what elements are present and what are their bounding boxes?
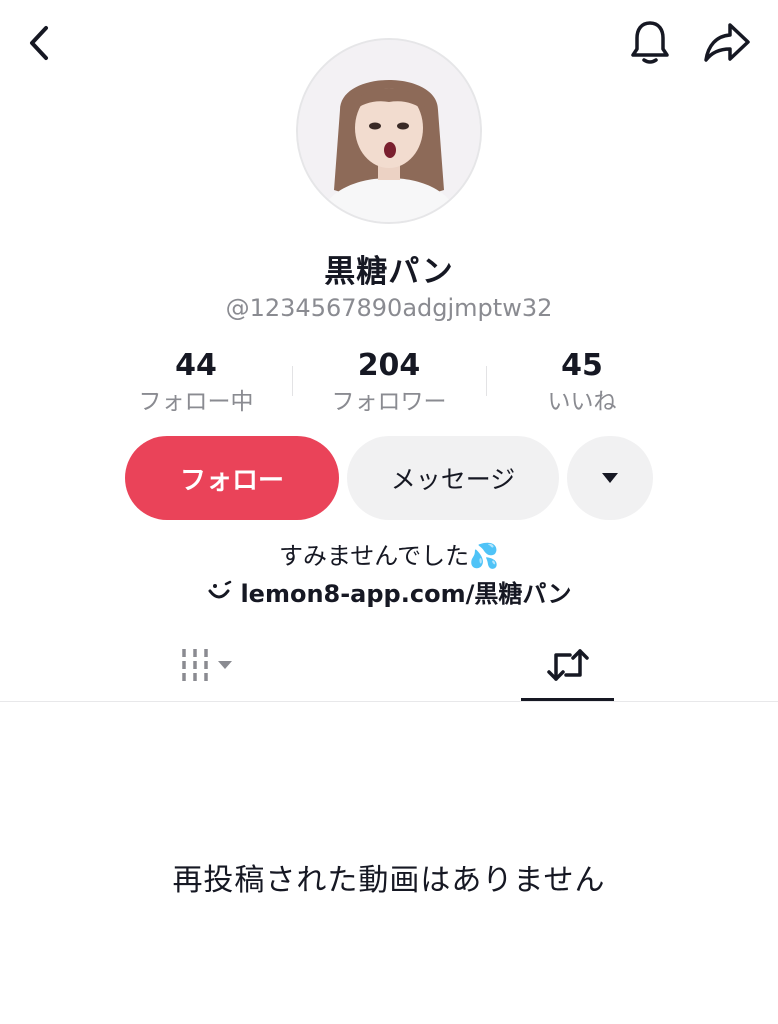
empty-state-message: 再投稿された動画はありません [172, 863, 606, 898]
stat-divider [292, 366, 293, 396]
chevron-left-icon [30, 26, 48, 60]
message-button[interactable]: メッセージ [347, 436, 559, 520]
repost-icon [546, 649, 589, 681]
more-options-button[interactable] [567, 436, 653, 520]
stat-followers-value: 204 [357, 348, 421, 383]
bio-text: すみませんでした💦 [279, 542, 499, 570]
tab-divider [0, 701, 778, 702]
stat-likes-label: いいね [547, 389, 617, 415]
stat-likes: 45 いいね [492, 348, 672, 418]
user-handle: @1234567890adgjmptw32 [225, 294, 553, 322]
stat-following-label: フォロー中 [138, 389, 254, 415]
message-button-label: メッセージ [390, 465, 516, 494]
avatar[interactable] [296, 38, 482, 224]
bell-icon [631, 21, 669, 64]
grid-filter-icon [182, 649, 232, 681]
lemon8-smile-icon [208, 580, 232, 598]
follow-button-label: フォロー [179, 465, 284, 496]
notification-bell-button[interactable] [624, 16, 676, 68]
tab-reposts[interactable] [521, 632, 614, 698]
profile-link-text: lemon8-app.com/黒糖パン [240, 580, 572, 608]
stat-divider [486, 366, 487, 396]
back-button[interactable] [16, 20, 62, 66]
share-arrow-icon [704, 23, 750, 62]
stat-followers[interactable]: 204 フォロワー [299, 348, 479, 418]
share-button[interactable] [698, 16, 756, 68]
stat-following-value: 44 [175, 348, 217, 383]
stat-following[interactable]: 44 フォロー中 [106, 348, 286, 418]
stat-likes-value: 45 [561, 348, 603, 383]
follow-button[interactable]: フォロー [125, 436, 339, 520]
username: 黒糖パン [324, 254, 454, 290]
profile-photo [298, 40, 480, 222]
caret-down-icon [602, 473, 618, 483]
profile-link[interactable]: lemon8-app.com/黒糖パン [0, 574, 778, 609]
tab-videos[interactable] [150, 632, 270, 698]
stat-followers-label: フォロワー [331, 389, 447, 415]
